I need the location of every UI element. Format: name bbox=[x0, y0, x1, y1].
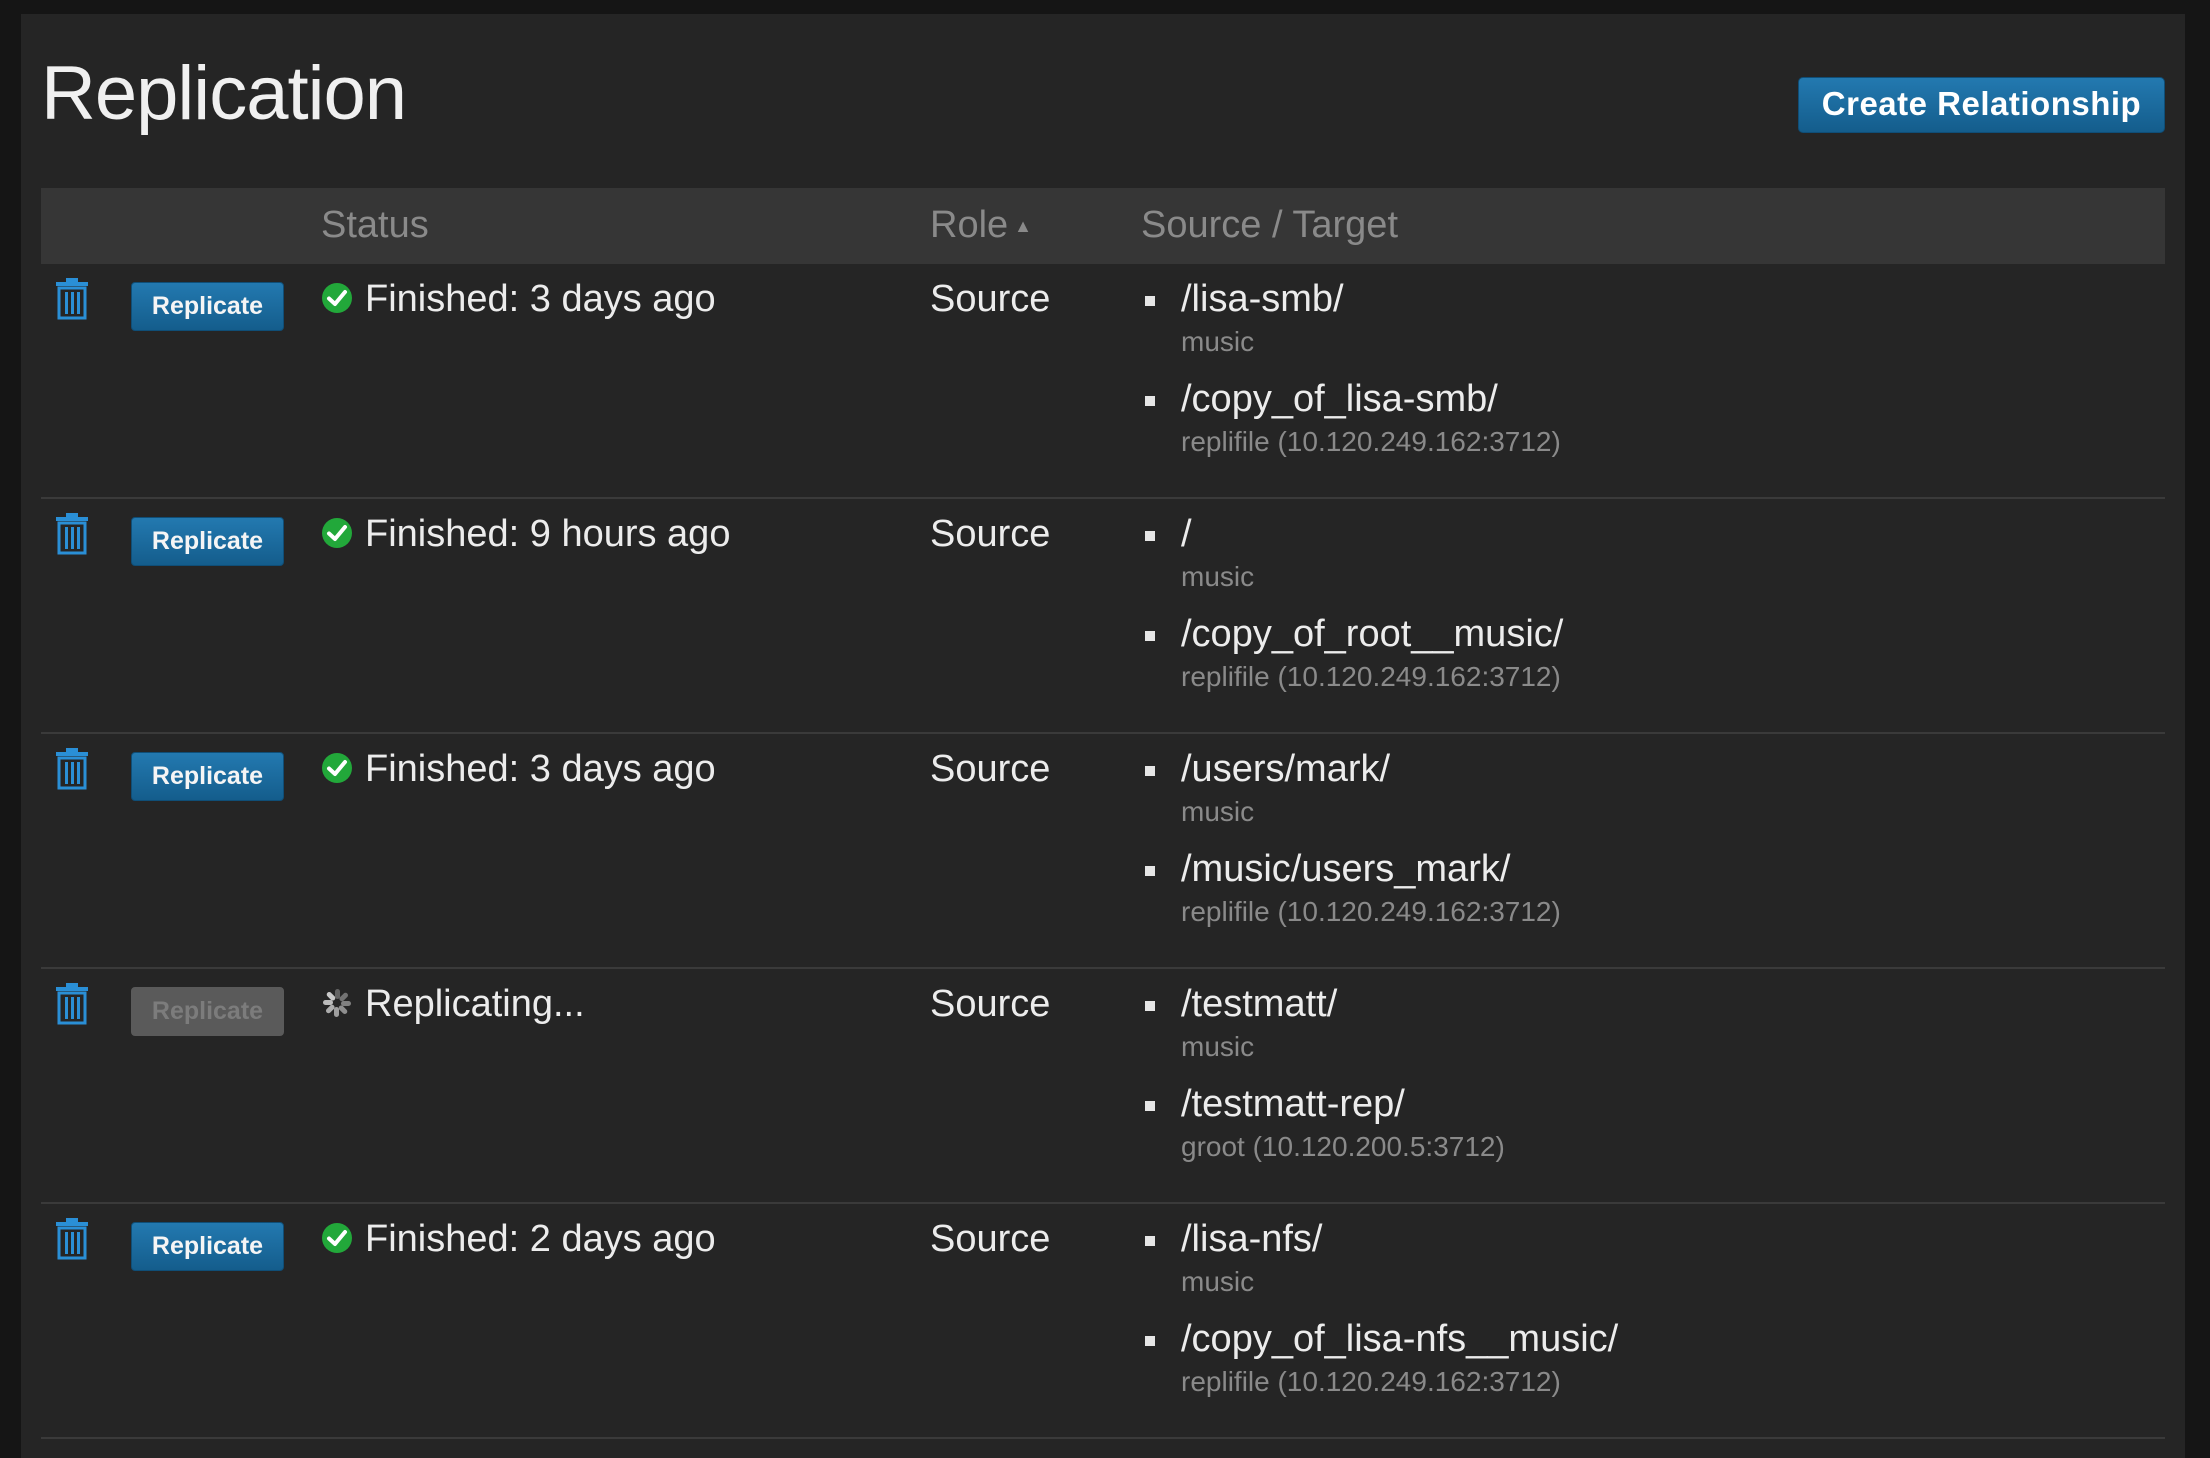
role-cell: Source bbox=[930, 278, 1051, 320]
role-cell: Source bbox=[930, 1218, 1051, 1260]
status-cell: Finished: 9 hours ago bbox=[321, 513, 730, 556]
target-item: /copy_of_lisa-smb/ replifile (10.120.249… bbox=[1141, 376, 1561, 476]
replicate-button: Replicate bbox=[131, 987, 284, 1036]
replicate-button[interactable]: Replicate bbox=[131, 1222, 284, 1271]
source-target-list: /lisa-nfs/ music /copy_of_lisa-nfs__musi… bbox=[1141, 1216, 1618, 1416]
replicate-button[interactable]: Replicate bbox=[131, 517, 284, 566]
bullet-icon bbox=[1145, 1101, 1155, 1111]
target-item: /testmatt-rep/ groot (10.120.200.5:3712) bbox=[1141, 1081, 1505, 1181]
status-cell: Finished: 2 days ago bbox=[321, 1218, 716, 1261]
source-host: music bbox=[1181, 561, 1255, 592]
replication-table: Status Role ▲ Source / Target Replicate F… bbox=[41, 188, 2165, 1439]
check-circle-icon bbox=[321, 1221, 353, 1253]
target-path: /music/users_mark/ bbox=[1181, 848, 1511, 890]
bullet-icon bbox=[1145, 531, 1155, 541]
bullet-icon bbox=[1145, 1236, 1155, 1246]
sort-ascending-icon: ▲ bbox=[1014, 216, 1032, 236]
status-cell: Finished: 3 days ago bbox=[321, 278, 716, 321]
bullet-icon bbox=[1145, 1001, 1155, 1011]
target-path: /copy_of_root__music/ bbox=[1181, 613, 1564, 655]
source-host: music bbox=[1181, 796, 1255, 827]
status-text: Finished: 3 days ago bbox=[365, 278, 716, 320]
target-path: /copy_of_lisa-nfs__music/ bbox=[1181, 1318, 1619, 1360]
source-path: /testmatt/ bbox=[1181, 983, 1338, 1025]
replicate-button[interactable]: Replicate bbox=[131, 282, 284, 331]
source-host: music bbox=[1181, 326, 1255, 357]
status-cell: Finished: 3 days ago bbox=[321, 748, 716, 791]
table-row: Replicate Finished: 2 days ago Source /l… bbox=[41, 1204, 2165, 1439]
source-target-list: /lisa-smb/ music /copy_of_lisa-smb/ repl… bbox=[1141, 276, 1561, 476]
replication-panel: Replication Create Relationship Status R… bbox=[21, 14, 2185, 1458]
role-cell: Source bbox=[930, 513, 1051, 555]
table-header: Status Role ▲ Source / Target bbox=[41, 188, 2165, 264]
source-item: /lisa-nfs/ music bbox=[1141, 1216, 1618, 1316]
target-host: replifile (10.120.249.162:3712) bbox=[1181, 661, 1561, 692]
bullet-icon bbox=[1145, 296, 1155, 306]
source-path: /lisa-smb/ bbox=[1181, 278, 1344, 320]
source-item: /testmatt/ music bbox=[1141, 981, 1505, 1081]
trash-icon[interactable] bbox=[55, 1218, 89, 1260]
source-host: music bbox=[1181, 1266, 1255, 1297]
source-path: / bbox=[1181, 513, 1192, 555]
bullet-icon bbox=[1145, 766, 1155, 776]
bullet-icon bbox=[1145, 866, 1155, 876]
page-title: Replication bbox=[41, 51, 407, 136]
trash-icon[interactable] bbox=[55, 748, 89, 790]
role-cell: Source bbox=[930, 983, 1051, 1025]
source-target-list: /users/mark/ music /music/users_mark/ re… bbox=[1141, 746, 1561, 946]
trash-icon[interactable] bbox=[55, 983, 89, 1025]
check-circle-icon bbox=[321, 281, 353, 313]
column-header-status[interactable]: Status bbox=[321, 204, 429, 247]
source-path: /lisa-nfs/ bbox=[1181, 1218, 1323, 1260]
target-item: /copy_of_root__music/ replifile (10.120.… bbox=[1141, 611, 1563, 711]
target-host: replifile (10.120.249.162:3712) bbox=[1181, 426, 1561, 457]
column-header-source-target[interactable]: Source / Target bbox=[1141, 204, 1398, 247]
status-text: Finished: 9 hours ago bbox=[365, 513, 731, 555]
status-text: Replicating... bbox=[365, 983, 585, 1025]
source-host: music bbox=[1181, 1031, 1255, 1062]
target-item: /copy_of_lisa-nfs__music/ replifile (10.… bbox=[1141, 1316, 1618, 1416]
role-cell: Source bbox=[930, 748, 1051, 790]
source-item: /lisa-smb/ music bbox=[1141, 276, 1561, 376]
status-cell: Replicating... bbox=[321, 983, 585, 1026]
create-relationship-button[interactable]: Create Relationship bbox=[1798, 77, 2165, 133]
trash-icon[interactable] bbox=[55, 513, 89, 555]
table-row: Replicate Finished: 9 hours ago Source /… bbox=[41, 499, 2165, 734]
replicate-button[interactable]: Replicate bbox=[131, 752, 284, 801]
spinner-icon bbox=[321, 986, 353, 1018]
status-text: Finished: 3 days ago bbox=[365, 748, 716, 790]
table-row: Replicate Finished: 3 days ago Source /l… bbox=[41, 264, 2165, 499]
target-path: /copy_of_lisa-smb/ bbox=[1181, 378, 1498, 420]
bullet-icon bbox=[1145, 631, 1155, 641]
bullet-icon bbox=[1145, 1336, 1155, 1346]
status-text: Finished: 2 days ago bbox=[365, 1218, 716, 1260]
source-path: /users/mark/ bbox=[1181, 748, 1391, 790]
column-header-role[interactable]: Role ▲ bbox=[930, 204, 1032, 247]
target-path: /testmatt-rep/ bbox=[1181, 1083, 1405, 1125]
source-item: /users/mark/ music bbox=[1141, 746, 1561, 846]
bullet-icon bbox=[1145, 396, 1155, 406]
table-row: Replicate Replicating... Source /testmat… bbox=[41, 969, 2165, 1204]
target-item: /music/users_mark/ replifile (10.120.249… bbox=[1141, 846, 1561, 946]
column-header-role-label: Role bbox=[930, 204, 1009, 246]
table-row: Replicate Finished: 3 days ago Source /u… bbox=[41, 734, 2165, 969]
check-circle-icon bbox=[321, 751, 353, 783]
target-host: replifile (10.120.249.162:3712) bbox=[1181, 896, 1561, 927]
target-host: replifile (10.120.249.162:3712) bbox=[1181, 1366, 1561, 1397]
target-host: groot (10.120.200.5:3712) bbox=[1181, 1131, 1505, 1162]
source-target-list: /testmatt/ music /testmatt-rep/ groot (1… bbox=[1141, 981, 1505, 1181]
trash-icon[interactable] bbox=[55, 278, 89, 320]
check-circle-icon bbox=[321, 516, 353, 548]
table-body: Replicate Finished: 3 days ago Source /l… bbox=[41, 264, 2165, 1439]
source-target-list: / music /copy_of_root__music/ replifile … bbox=[1141, 511, 1563, 711]
source-item: / music bbox=[1141, 511, 1563, 611]
